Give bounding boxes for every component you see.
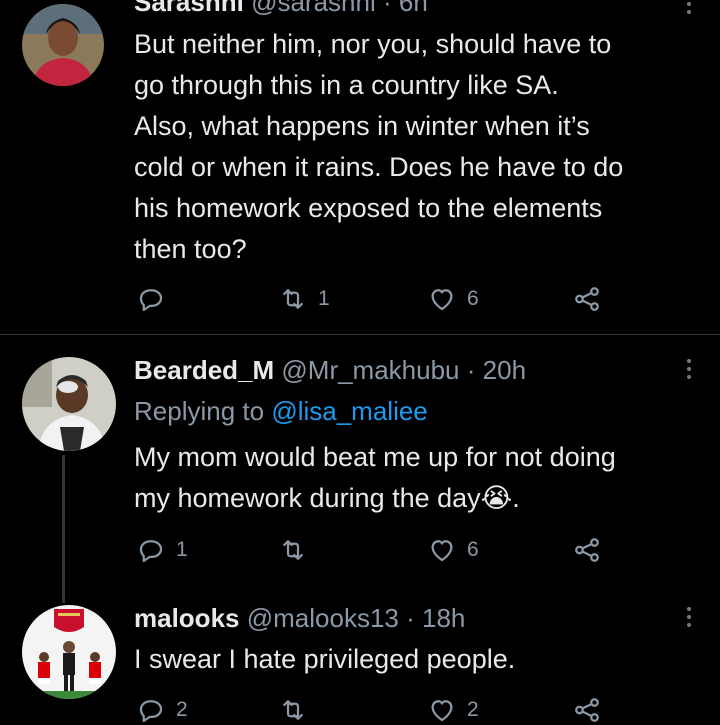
text-line: Also, what happens in winter when it’s xyxy=(134,111,590,141)
like-count: 2 xyxy=(467,698,479,721)
reply-count: 1 xyxy=(176,538,188,561)
tweet-sarashni[interactable]: Sarashni @sarashni · 6h But neither him,… xyxy=(0,0,720,334)
separator: · xyxy=(466,355,476,385)
text-line: I swear I hate privileged people. xyxy=(134,644,516,674)
retweet-icon xyxy=(283,700,303,720)
tweet-header: Bearded_M @Mr_makhubu · 20h xyxy=(134,355,526,386)
tweet-actions: 1 6 xyxy=(0,284,720,314)
reply-icon xyxy=(139,700,163,723)
text-line: then too? xyxy=(134,234,247,264)
retweet-icon xyxy=(283,289,303,309)
tweet-header: Sarashni @sarashni · 6h xyxy=(134,0,428,18)
display-name[interactable]: Sarashni xyxy=(134,0,244,17)
reply-button[interactable]: 1 xyxy=(136,535,188,565)
handle[interactable]: @sarashni xyxy=(251,0,376,17)
tweet-malooks[interactable]: malooks @malooks13 · 18h I swear I hate … xyxy=(0,603,720,723)
like-count: 6 xyxy=(467,538,479,561)
like-button[interactable]: 6 xyxy=(427,535,479,565)
retweet-button[interactable]: 1 xyxy=(278,284,330,314)
retweet-icon xyxy=(283,540,303,560)
retweet-button[interactable] xyxy=(278,695,318,725)
tweet-text: My mom would beat me up for not doing my… xyxy=(134,437,704,519)
handle[interactable]: @malooks13 xyxy=(247,603,399,633)
share-button[interactable] xyxy=(572,535,602,565)
heart-icon xyxy=(431,289,453,311)
mention-link[interactable]: @lisa_maliee xyxy=(271,396,427,426)
like-button[interactable]: 2 xyxy=(427,695,479,725)
text-line: go through this in a country like SA. xyxy=(134,70,559,100)
more-dots-icon[interactable] xyxy=(684,607,694,631)
reply-button[interactable]: 2 xyxy=(136,695,188,725)
like-count: 6 xyxy=(467,287,479,310)
avatar[interactable] xyxy=(22,357,116,451)
tweet-header: malooks @malooks13 · 18h xyxy=(134,603,465,634)
like-button[interactable]: 6 xyxy=(427,284,479,314)
retweet-count: 1 xyxy=(318,287,330,310)
separator: · xyxy=(406,603,415,633)
timestamp[interactable]: 6h xyxy=(399,0,428,17)
more-dots-icon[interactable] xyxy=(684,0,694,18)
separator: · xyxy=(382,0,392,17)
reply-icon xyxy=(139,540,163,563)
replying-to: Replying to @lisa_maliee xyxy=(134,391,428,431)
display-name[interactable]: malooks xyxy=(134,603,240,633)
handle[interactable]: @Mr_makhubu xyxy=(281,355,459,385)
display-name[interactable]: Bearded_M xyxy=(134,355,274,385)
share-icon xyxy=(575,287,599,311)
timestamp[interactable]: 20h xyxy=(483,355,526,385)
heart-icon xyxy=(431,700,453,722)
text-line: my homework during the day😭. xyxy=(134,483,520,513)
tweet-text: I swear I hate privileged people. xyxy=(134,639,704,680)
share-button[interactable] xyxy=(572,284,602,314)
share-button[interactable] xyxy=(572,695,602,725)
tweet-actions: 2 2 xyxy=(0,695,720,725)
tweet-text: But neither him, nor you, should have to… xyxy=(134,24,704,270)
reply-icon xyxy=(139,289,163,312)
tweet-actions: 1 6 xyxy=(0,535,720,565)
timestamp[interactable]: 18h xyxy=(422,603,465,633)
avatar[interactable] xyxy=(22,4,104,86)
text-line: My mom would beat me up for not doing xyxy=(134,442,616,472)
avatar[interactable] xyxy=(22,605,116,699)
tweet-bearded-m[interactable]: Bearded_M @Mr_makhubu · 20h Replying to … xyxy=(0,335,720,605)
reply-count: 2 xyxy=(176,698,188,721)
text-line: his homework exposed to the elements xyxy=(134,193,603,223)
retweet-button[interactable] xyxy=(278,535,318,565)
text-line: cold or when it rains. Does he have to d… xyxy=(134,152,624,182)
share-icon xyxy=(575,538,599,562)
share-icon xyxy=(575,698,599,722)
text-line: But neither him, nor you, should have to xyxy=(134,29,612,59)
more-dots-icon[interactable] xyxy=(684,359,694,383)
replying-to-label: Replying to xyxy=(134,396,265,426)
reply-button[interactable] xyxy=(136,284,176,314)
heart-icon xyxy=(431,540,453,562)
